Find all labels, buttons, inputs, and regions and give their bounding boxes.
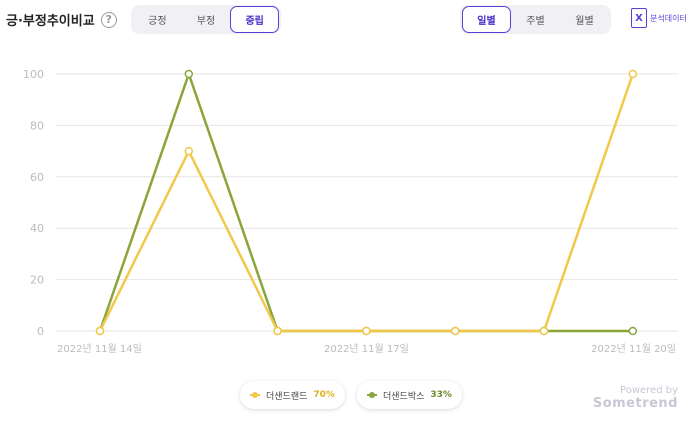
data-point [95, 326, 105, 336]
legend-label: 더샌드박스 [383, 391, 425, 402]
legend-share: 33% [430, 390, 452, 400]
legend-label: 더샌드랜드 [266, 391, 308, 402]
legend-marker-icon [250, 392, 260, 398]
data-point [184, 146, 194, 156]
powered-by-text: Powered by [620, 385, 678, 396]
x-tick-label: 2022년 11월 17일 [324, 343, 409, 355]
legend-item-series-2[interactable]: 더샌드박스 33% [357, 381, 462, 409]
x-tick-label: 2022년 11월 20일 [591, 343, 676, 355]
legend-item-series-1[interactable]: 더샌드랜드 70% [240, 381, 345, 409]
powered-by: Powered by Sometrend [593, 385, 678, 411]
legend-share: 70% [313, 390, 335, 400]
y-tick-label: 20 [30, 274, 44, 287]
x-tick-label: 2022년 11월 14일 [57, 343, 142, 355]
data-point [273, 326, 282, 336]
data-point [450, 326, 460, 336]
data-point [628, 69, 638, 79]
y-tick-label: 100 [23, 68, 44, 81]
data-point [628, 326, 638, 336]
y-tick-label: 0 [37, 325, 44, 338]
y-tick-label: 80 [30, 119, 44, 132]
line-chart: 0 20 40 60 80 100 2022년 11월 14일 2022년 11월 17일 20… [23, 68, 678, 355]
series-line-2 [98, 72, 633, 333]
legend-marker-icon [367, 392, 377, 398]
y-tick-label: 40 [30, 222, 44, 235]
data-point [539, 326, 549, 336]
series-line-1 [98, 73, 634, 333]
brand-logo-text: Sometrend [592, 396, 678, 411]
data-point [184, 69, 194, 79]
y-tick-label: 60 [30, 171, 44, 184]
data-point [362, 326, 371, 336]
